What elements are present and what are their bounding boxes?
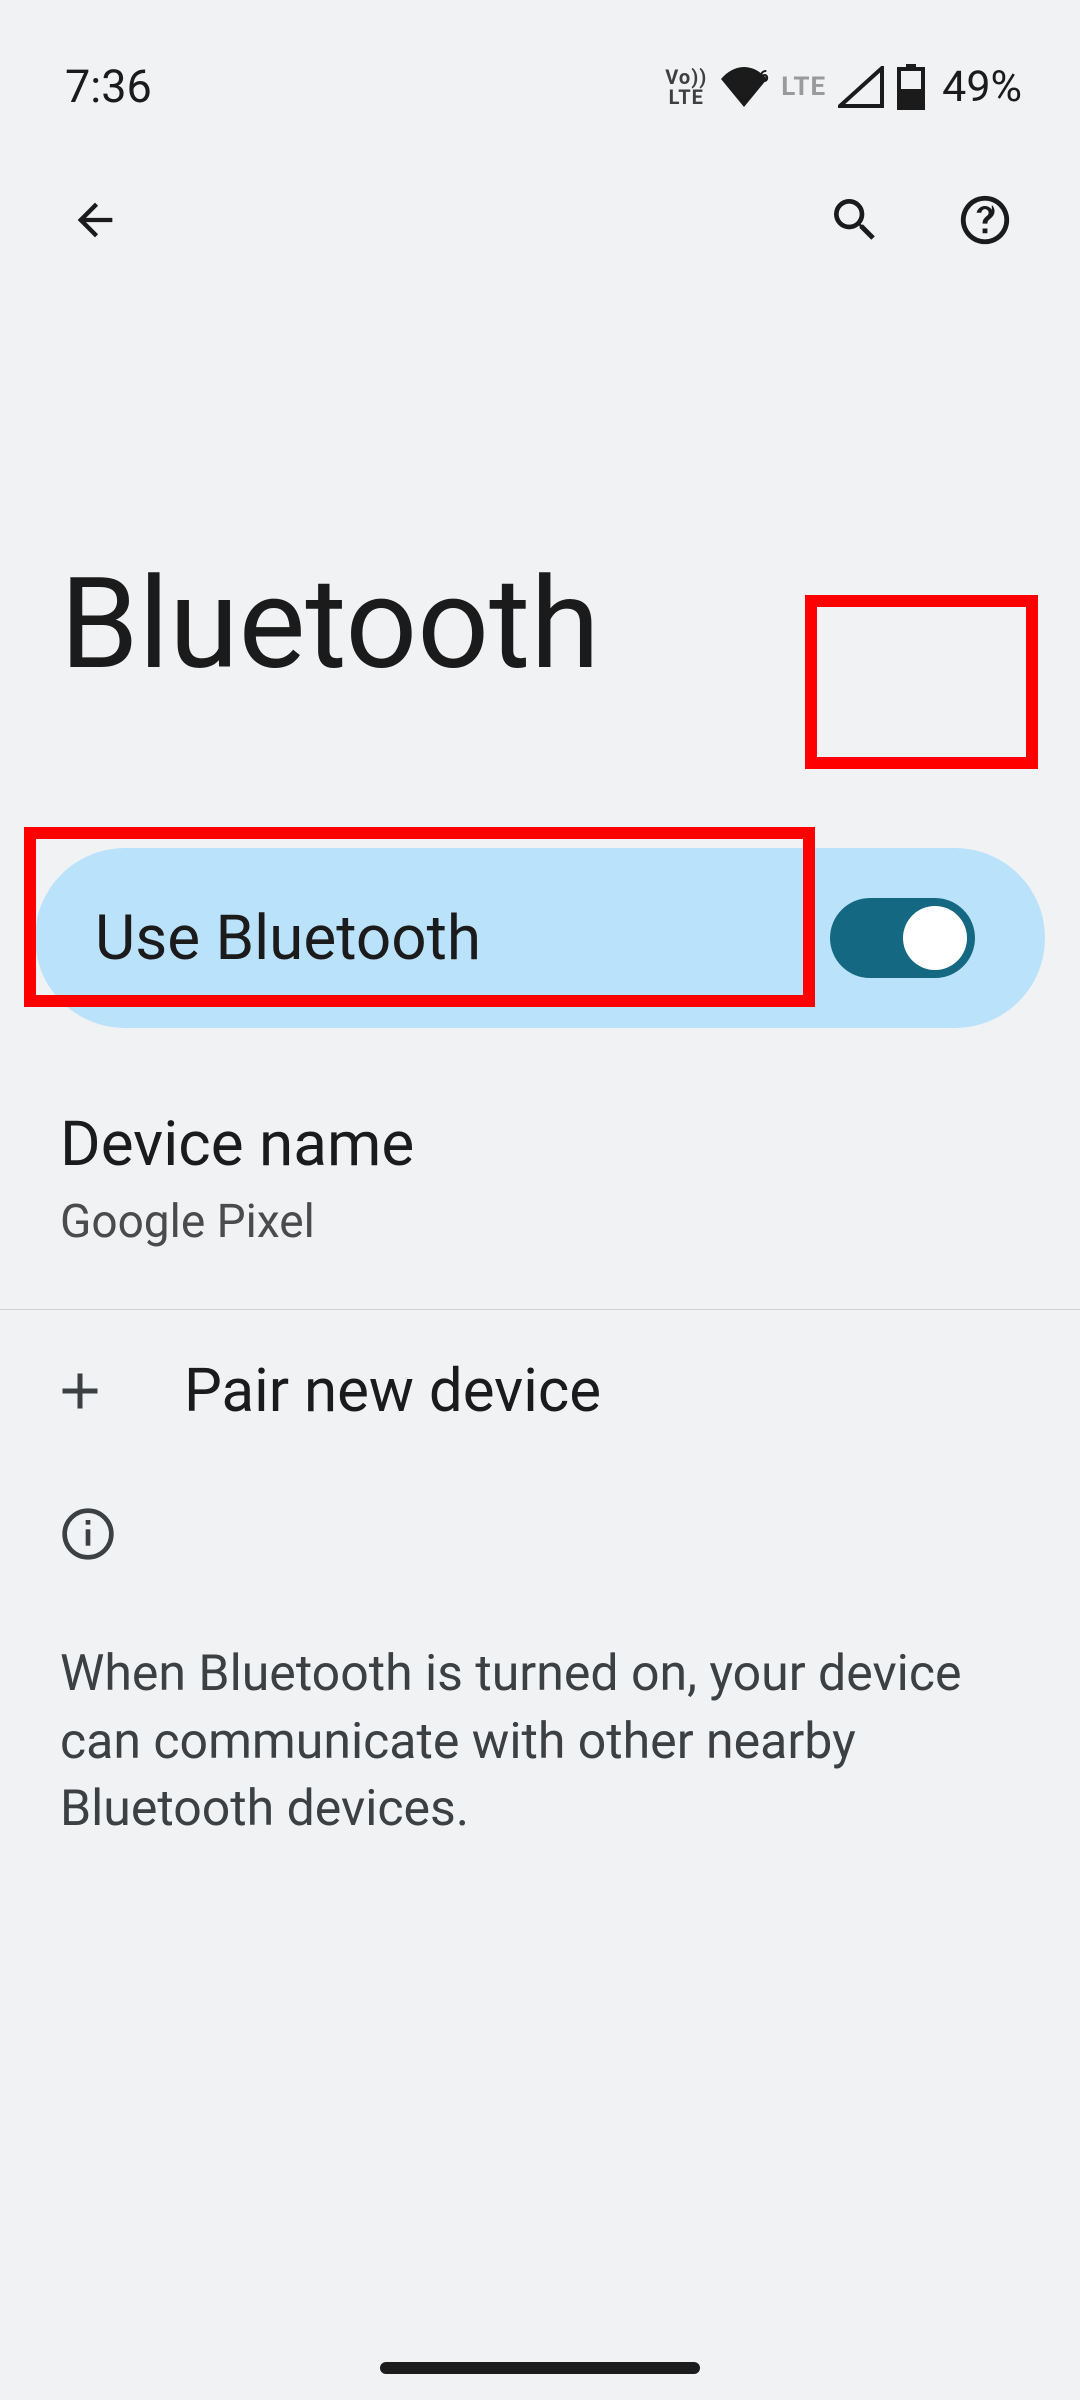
back-button[interactable] <box>55 180 135 260</box>
info-icon <box>60 1506 116 1562</box>
switch-knob <box>903 906 967 970</box>
volte-icon: Vo)) LTE <box>665 67 707 107</box>
help-icon <box>956 191 1014 249</box>
info-text: When Bluetooth is turned on, your device… <box>60 1641 1020 1844</box>
pair-new-device-row[interactable]: Pair new device <box>0 1310 1080 1471</box>
use-bluetooth-label: Use Bluetooth <box>95 902 481 975</box>
app-bar <box>0 140 1080 300</box>
status-time: 7:36 <box>65 60 152 113</box>
battery-percent: 49% <box>942 62 1022 112</box>
battery-icon <box>896 64 926 110</box>
search-button[interactable] <box>815 180 895 260</box>
use-bluetooth-row[interactable]: Use Bluetooth <box>35 848 1045 1028</box>
svg-text:6: 6 <box>759 67 769 87</box>
device-name-row[interactable]: Device name Google Pixel <box>0 1048 1080 1309</box>
use-bluetooth-switch[interactable] <box>830 898 975 978</box>
wifi-icon: 6 <box>719 67 769 107</box>
cell-signal-icon <box>838 66 884 108</box>
plus-icon <box>50 1361 110 1421</box>
pair-new-device-label: Pair new device <box>184 1355 601 1426</box>
device-name-value: Google Pixel <box>60 1195 1020 1249</box>
arrow-back-icon <box>69 194 121 246</box>
info-block: When Bluetooth is turned on, your device… <box>0 1471 1080 1879</box>
status-bar: 7:36 Vo)) LTE 6 LTE 49% <box>0 0 1080 140</box>
help-button[interactable] <box>945 180 1025 260</box>
device-name-title: Device name <box>60 1108 1020 1181</box>
status-indicators: Vo)) LTE 6 LTE 49% <box>665 62 1022 112</box>
nav-handle[interactable] <box>380 2362 700 2374</box>
lte-label: LTE <box>781 77 826 97</box>
page-title: Bluetooth <box>0 300 1080 848</box>
search-icon <box>827 192 883 248</box>
